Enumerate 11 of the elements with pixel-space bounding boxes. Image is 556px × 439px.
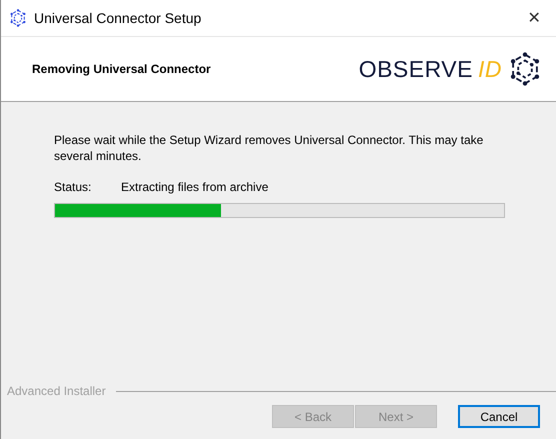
close-button[interactable]: ✕ [512, 7, 556, 29]
status-value: Extracting files from archive [121, 180, 268, 194]
network-hexagon-icon [508, 52, 542, 86]
cancel-button[interactable]: Cancel [458, 405, 540, 428]
app-icon [9, 9, 27, 27]
status-label: Status: [54, 180, 92, 194]
page-title: Removing Universal Connector [32, 62, 212, 76]
instruction-text: Please wait while the Setup Wizard removes Universal Connector. This may take several minutes. [54, 132, 484, 164]
window-title: Universal Connector Setup [34, 10, 202, 26]
brand-label: Advanced Installer [7, 384, 106, 398]
logo-wordmark: OBSERVE ID [358, 56, 502, 82]
